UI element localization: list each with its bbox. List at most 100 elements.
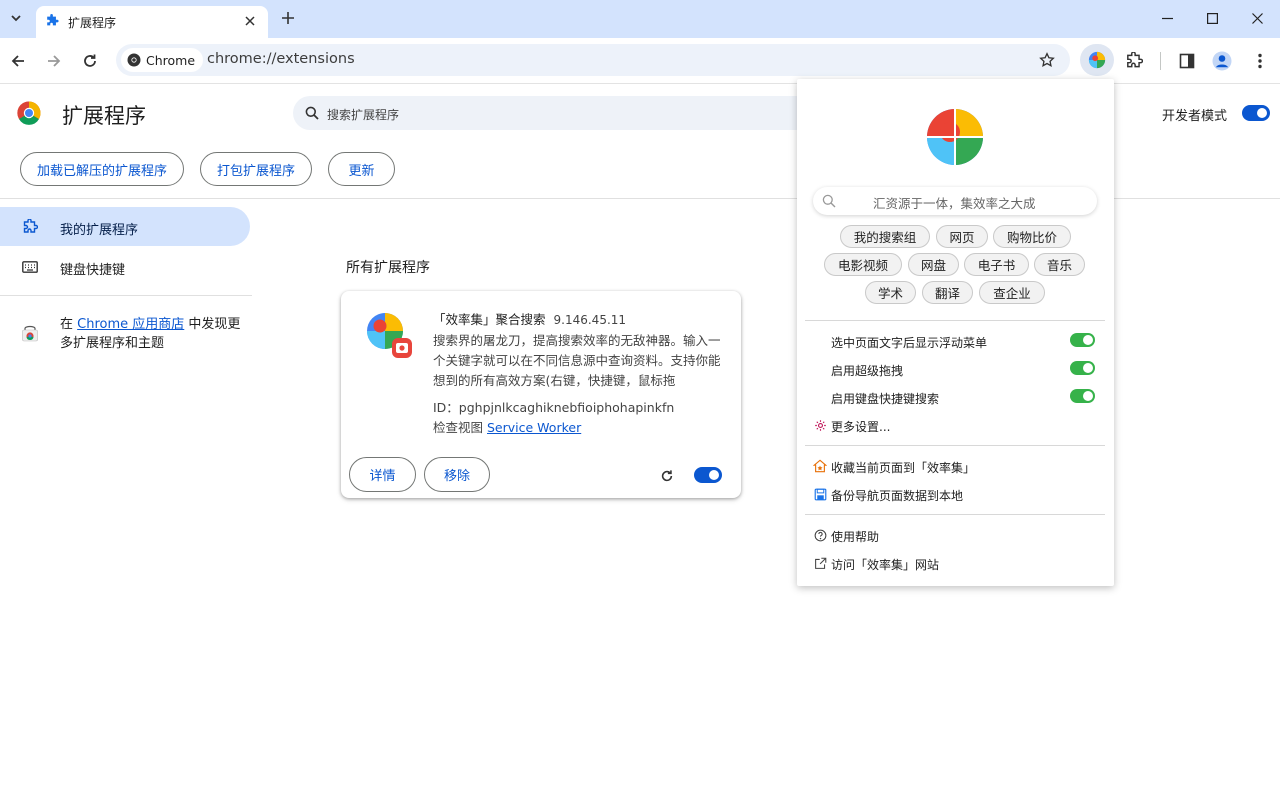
- extension-popup: 汇资源于一体，集效率之大成 我的搜索组 网页 购物比价 电影视频 网盘 电子书 …: [797, 79, 1114, 586]
- chrome-logo-icon: [17, 101, 41, 125]
- chevron-down-icon: [11, 15, 21, 22]
- chrome-menu-button[interactable]: [1246, 47, 1274, 75]
- extension-description: 搜索界的屠龙刀，提高搜索效率的无敌神器。输入一个关键字就可以在不同信息源中查询资…: [433, 333, 721, 388]
- more-vert-icon: [1258, 53, 1262, 69]
- close-icon: [245, 16, 255, 26]
- sidebar-item-my-extensions[interactable]: 我的扩展程序: [0, 207, 250, 246]
- bookmark-page-link[interactable]: 收藏当前页面到「效率集」: [831, 459, 975, 476]
- reload-button[interactable]: [76, 47, 104, 75]
- keyboard-search-label: 启用键盘快捷键搜索: [831, 392, 940, 406]
- xiaolvji-logo-icon: [1088, 51, 1106, 69]
- plus-icon: [282, 12, 294, 24]
- side-panel-icon: [1179, 53, 1195, 69]
- maximize-button[interactable]: [1189, 0, 1235, 36]
- tag-music[interactable]: 音乐: [1034, 253, 1085, 276]
- minimize-button[interactable]: [1144, 0, 1190, 36]
- developer-mode-toggle[interactable]: [1242, 105, 1270, 121]
- popup-divider: [805, 514, 1105, 515]
- xiaolvji-extension-button[interactable]: [1080, 44, 1114, 76]
- store-prefix: 在: [60, 317, 74, 332]
- search-icon: [822, 194, 836, 208]
- search-icon: [305, 106, 319, 120]
- puzzle-icon: [47, 14, 59, 26]
- back-button[interactable]: [4, 47, 32, 75]
- help-link[interactable]: 使用帮助: [831, 528, 879, 545]
- popup-divider: [805, 320, 1105, 321]
- tag-company-lookup[interactable]: 查企业: [979, 281, 1045, 304]
- new-tab-button[interactable]: [276, 6, 300, 30]
- bookmark-star-button[interactable]: [1036, 49, 1058, 71]
- reload-extension-button[interactable]: [657, 466, 677, 486]
- home-star-icon: [813, 459, 827, 473]
- popup-search-input[interactable]: 汇资源于一体，集效率之大成: [813, 187, 1097, 215]
- more-settings-link[interactable]: 更多设置...: [831, 418, 890, 435]
- floating-menu-label: 选中页面文字后显示浮动菜单: [831, 336, 988, 350]
- chrome-web-store-link[interactable]: Chrome 应用商店: [77, 317, 184, 332]
- service-worker-link[interactable]: Service Worker: [487, 420, 581, 435]
- details-button[interactable]: 详情: [349, 457, 416, 492]
- maximize-icon: [1206, 12, 1218, 24]
- site-info-chip[interactable]: Chrome: [121, 48, 204, 72]
- tag-price-compare[interactable]: 购物比价: [993, 225, 1071, 248]
- gear-icon: [813, 418, 827, 432]
- tab-search-button[interactable]: [4, 6, 28, 30]
- toolbar-divider: [1160, 52, 1161, 70]
- extension-name: 「效率集」聚合搜索: [433, 312, 546, 327]
- arrow-right-icon: [48, 55, 61, 67]
- remove-button[interactable]: 移除: [424, 457, 490, 492]
- browser-toolbar: Chrome chrome://extensions: [0, 38, 1280, 84]
- tag-ebooks[interactable]: 电子书: [964, 253, 1029, 276]
- reload-icon: [84, 54, 96, 67]
- tag-movies[interactable]: 电影视频: [824, 253, 902, 276]
- extension-logo-icon: [367, 313, 412, 358]
- visit-website-link[interactable]: 访问「效率集」网站: [831, 556, 939, 573]
- inspect-views: 检查视图 Service Worker: [433, 417, 581, 436]
- super-drag-label: 启用超级拖拽: [831, 364, 904, 378]
- chrome-logo-icon: [127, 53, 141, 67]
- tag-translate[interactable]: 翻译: [922, 281, 973, 304]
- external-link-icon: [813, 556, 827, 570]
- super-drag-toggle[interactable]: [1070, 361, 1095, 375]
- extensions-menu-button[interactable]: [1120, 47, 1148, 75]
- site-chip-label: Chrome: [146, 52, 196, 68]
- tag-my-search-group[interactable]: 我的搜索组: [840, 225, 930, 248]
- side-panel-button[interactable]: [1173, 47, 1201, 75]
- load-unpacked-button[interactable]: 加载已解压的扩展程序: [20, 152, 184, 186]
- pack-extension-button[interactable]: 打包扩展程序: [200, 152, 312, 186]
- tag-web[interactable]: 网页: [936, 225, 988, 248]
- avatar-icon: [1212, 51, 1232, 71]
- save-icon: [813, 487, 827, 501]
- page-title: 扩展程序: [62, 104, 146, 128]
- sidebar-item-label: 我的扩展程序: [60, 223, 139, 238]
- puzzle-icon: [1127, 52, 1143, 68]
- address-bar[interactable]: Chrome chrome://extensions: [116, 44, 1070, 76]
- xiaolvji-logo-icon: [927, 109, 983, 165]
- extension-card: 「效率集」聚合搜索 9.146.45.11 搜索界的屠龙刀，提高搜索效率的无敌神器…: [341, 291, 741, 498]
- extension-enable-toggle[interactable]: [694, 467, 722, 483]
- window-close-button[interactable]: [1234, 0, 1280, 36]
- tag-netdisk[interactable]: 网盘: [908, 253, 959, 276]
- help-icon: [813, 528, 827, 542]
- popup-divider: [805, 445, 1105, 446]
- inspect-views-label: 检查视图: [433, 420, 484, 435]
- extension-version: 9.146.45.11: [553, 313, 627, 327]
- extension-name-line: 「效率集」聚合搜索 9.146.45.11: [433, 309, 626, 328]
- keyboard-search-toggle[interactable]: [1070, 389, 1095, 403]
- update-button[interactable]: 更新: [328, 152, 395, 186]
- sidebar-item-label: 键盘快捷键: [60, 263, 126, 278]
- tab-extensions[interactable]: 扩展程序: [36, 6, 268, 38]
- forward-button[interactable]: [40, 47, 68, 75]
- url-text[interactable]: chrome://extensions: [207, 51, 355, 67]
- sidebar-divider: [0, 295, 252, 296]
- extensions-search-input[interactable]: 搜索扩展程序: [293, 96, 813, 130]
- search-placeholder: 搜索扩展程序: [327, 108, 400, 122]
- tab-strip: 扩展程序: [0, 0, 1280, 38]
- keyboard-icon: [22, 261, 38, 273]
- backup-data-link[interactable]: 备份导航页面数据到本地: [831, 487, 963, 504]
- star-icon: [1039, 52, 1055, 68]
- tag-academic[interactable]: 学术: [865, 281, 916, 304]
- profile-button[interactable]: [1208, 47, 1236, 75]
- web-store-promo: 在 Chrome 应用商店 中发现更多扩展程序和主题: [60, 315, 250, 353]
- tab-close-button[interactable]: [240, 11, 260, 31]
- floating-menu-toggle[interactable]: [1070, 333, 1095, 347]
